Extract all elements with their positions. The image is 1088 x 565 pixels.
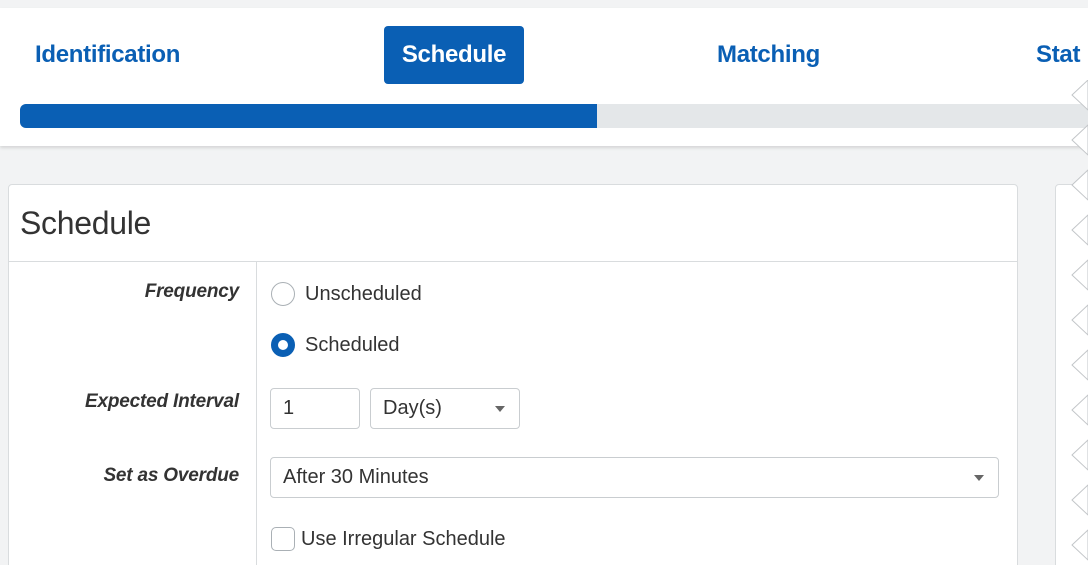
frequency-label: Frequency xyxy=(144,281,239,302)
interval-value-input[interactable]: 1 xyxy=(270,388,360,429)
overdue-value: After 30 Minutes xyxy=(283,466,429,488)
interval-unit-value: Day(s) xyxy=(383,397,442,419)
irregular-schedule-box[interactable] xyxy=(271,527,295,551)
radio-unscheduled-button[interactable] xyxy=(271,282,295,306)
interval-unit-select[interactable]: Day(s) xyxy=(370,388,520,429)
schedule-card: Schedule Frequency Unscheduled Scheduled… xyxy=(8,184,1018,565)
overdue-select[interactable]: After 30 Minutes xyxy=(270,457,999,498)
wizard-progress-bar xyxy=(20,104,1088,128)
irregular-schedule-checkbox[interactable]: Use Irregular Schedule xyxy=(271,527,506,551)
step-matching[interactable]: Matching xyxy=(717,26,820,84)
radio-unscheduled[interactable]: Unscheduled xyxy=(271,282,422,306)
radio-unscheduled-label: Unscheduled xyxy=(305,282,422,305)
step-status[interactable]: Stat xyxy=(1036,26,1080,84)
wizard-progress-fill xyxy=(20,104,597,128)
wizard-header: Identification Schedule Matching Stat xyxy=(0,8,1088,146)
page-tear-edge xyxy=(1071,80,1088,561)
radio-scheduled-button[interactable] xyxy=(271,333,295,357)
step-identification[interactable]: Identification xyxy=(35,26,180,84)
step-schedule[interactable]: Schedule xyxy=(384,26,524,84)
expected-interval-label: Expected Interval xyxy=(85,391,239,412)
chevron-down-icon xyxy=(495,406,505,412)
radio-scheduled-label: Scheduled xyxy=(305,333,400,356)
overdue-label: Set as Overdue xyxy=(103,465,239,486)
chevron-down-icon xyxy=(974,475,984,481)
column-divider xyxy=(256,262,257,565)
radio-scheduled[interactable]: Scheduled xyxy=(271,333,400,357)
irregular-schedule-label: Use Irregular Schedule xyxy=(301,527,506,550)
card-title: Schedule xyxy=(9,185,1017,262)
